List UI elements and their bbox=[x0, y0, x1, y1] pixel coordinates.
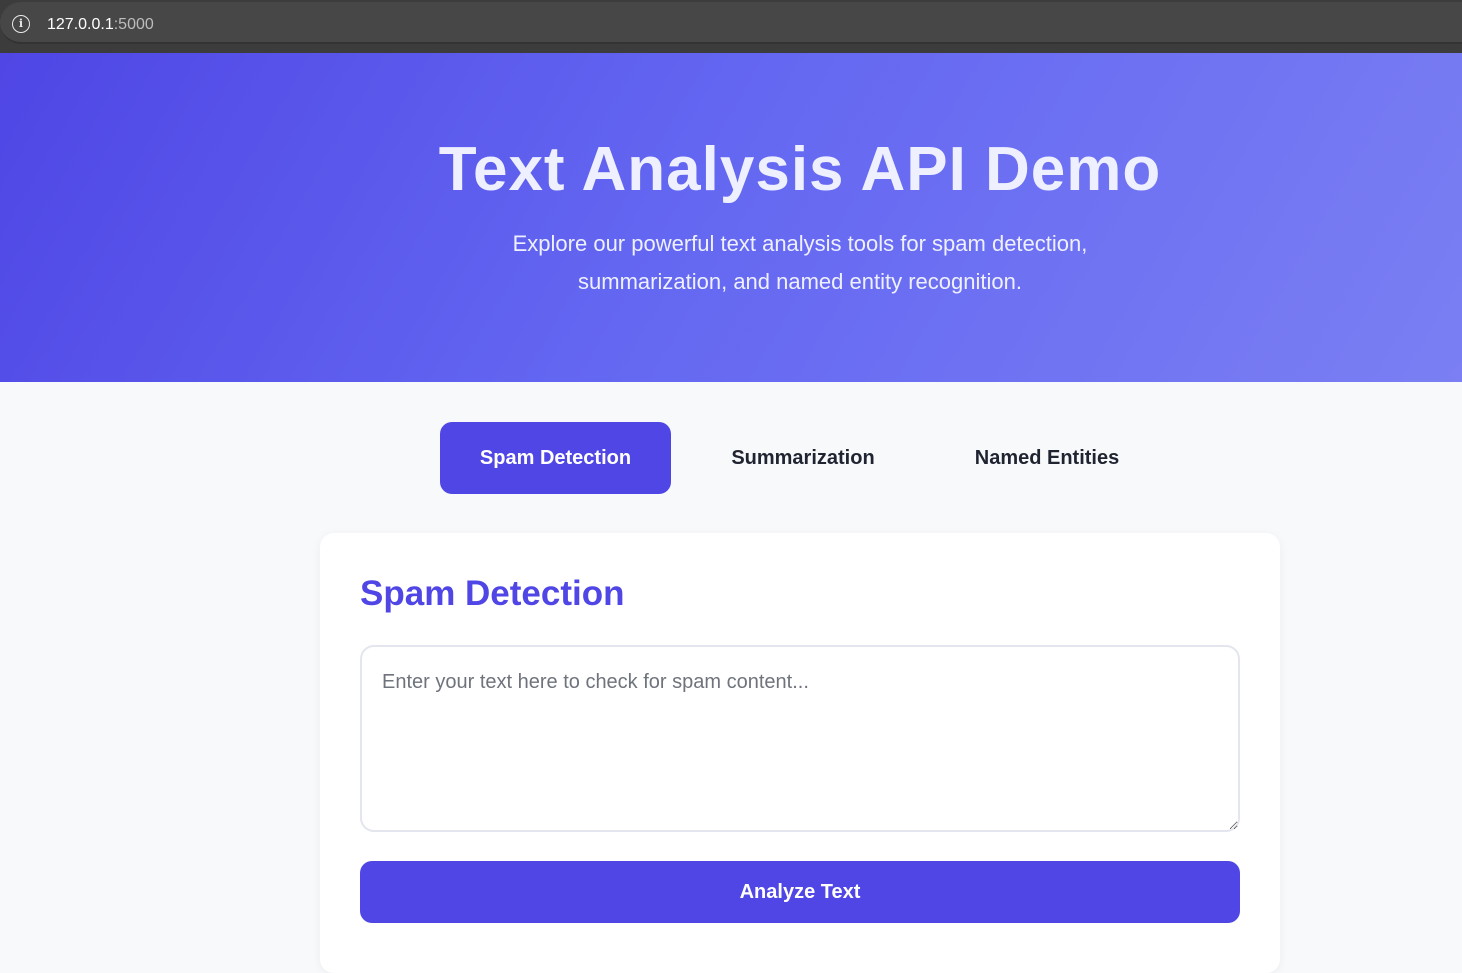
page-title: Text Analysis API Demo bbox=[438, 135, 1162, 204]
address-bar[interactable]: i 127.0.0.1:5000 bbox=[0, 2, 1462, 44]
tab-named-entities[interactable]: Named Entities bbox=[935, 422, 1159, 494]
hero-banner: Text Analysis API Demo Explore our power… bbox=[0, 53, 1462, 382]
url-host: 127.0.0.1 bbox=[47, 16, 114, 33]
tab-spam-detection[interactable]: Spam Detection bbox=[440, 422, 671, 494]
spam-detection-panel: Spam Detection Analyze Text bbox=[320, 533, 1280, 973]
browser-toolbar: i 127.0.0.1:5000 bbox=[0, 0, 1462, 53]
page-subtitle: Explore our powerful text analysis tools… bbox=[512, 231, 1088, 294]
panel-title: Spam Detection bbox=[360, 574, 625, 613]
analyze-text-button[interactable]: Analyze Text bbox=[360, 861, 1240, 923]
tab-summarization[interactable]: Summarization bbox=[671, 422, 935, 494]
info-icon[interactable]: i bbox=[12, 15, 30, 33]
text-input[interactable] bbox=[360, 645, 1240, 832]
url-port: :5000 bbox=[113, 16, 154, 33]
feature-tabs: Spam Detection Summarization Named Entit… bbox=[440, 422, 1159, 494]
url-text[interactable]: 127.0.0.1:5000 bbox=[47, 15, 154, 35]
